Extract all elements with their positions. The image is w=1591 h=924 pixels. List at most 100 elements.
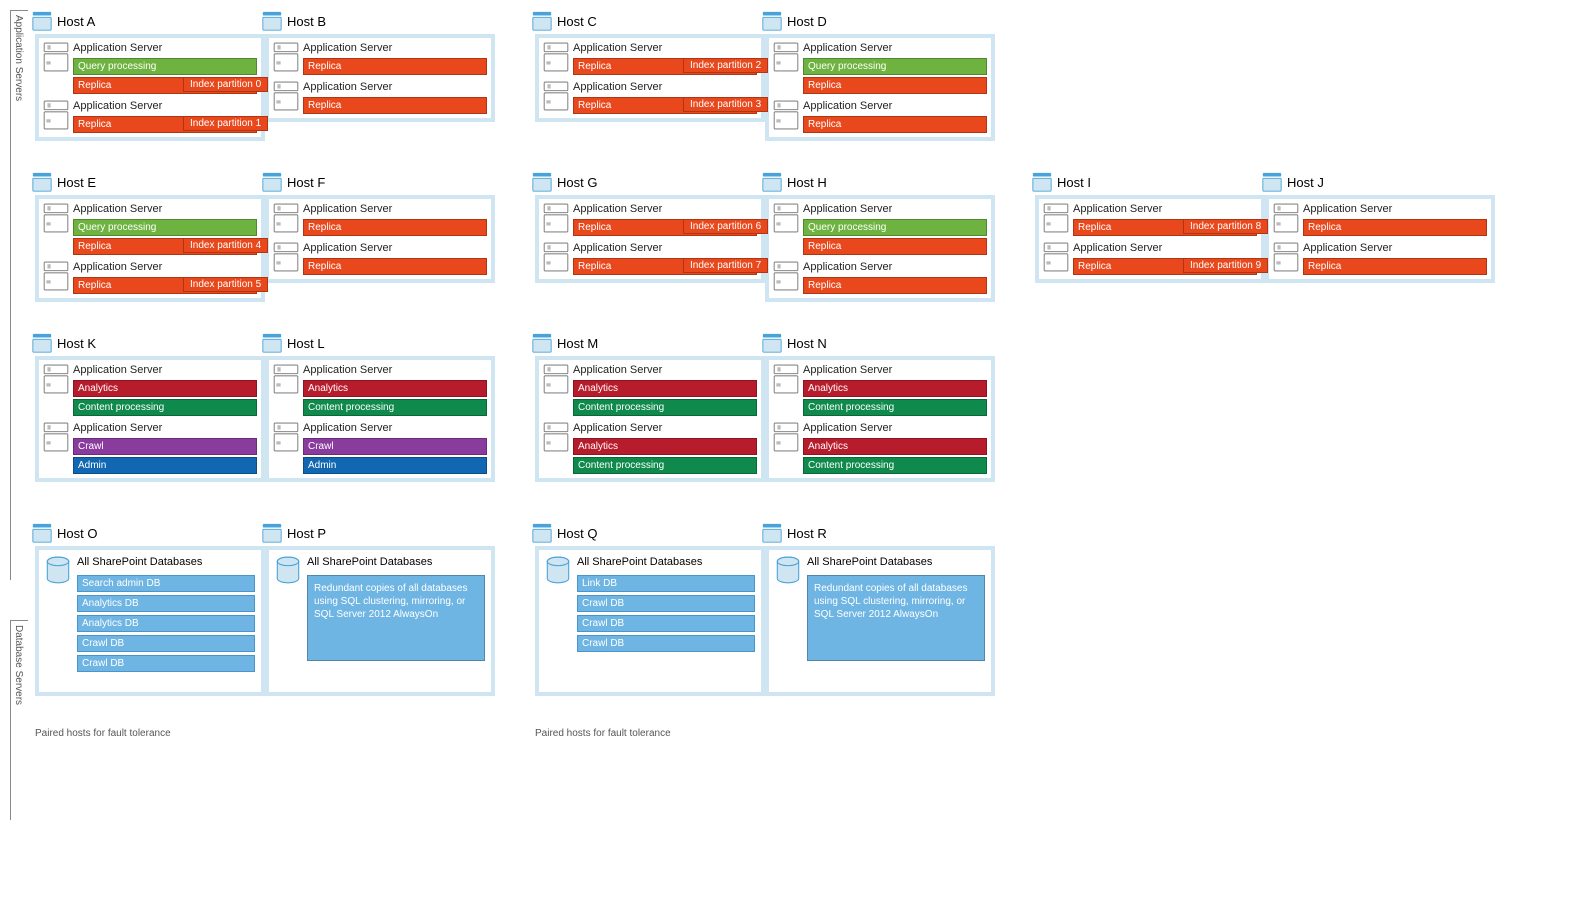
role-replica: Replica [73,277,257,294]
db-redundant-note: Redundant copies of all databases using … [807,575,985,661]
role-analytics: Analytics [573,380,757,397]
host-R: Host R All SharePoint Databases Redundan… [765,522,995,696]
server-icon [43,203,69,233]
server-icon [773,364,799,394]
app-server: Application Server Query processingRepli… [773,203,987,255]
host-body: Application Server Replica Application S… [535,195,765,283]
host-icon [1261,171,1283,193]
role-analytics: Analytics [73,380,257,397]
host-icon [531,332,553,354]
role-query: Query processing [73,219,257,236]
host-icon [261,522,283,544]
host-title: Host F [287,175,325,190]
pair-MN: Host M Application ServerAnalyticsConten… [535,332,995,482]
host-H: Host H Application Server Query processi… [765,171,995,302]
app-server: Application ServerAnalyticsContent proce… [773,364,987,416]
db-item: Search admin DB [77,575,255,592]
host-K: Host K Application Server Analytics Conten… [35,332,265,482]
host-icon [261,171,283,193]
server-icon [273,422,299,452]
role-analytics: Analytics [573,438,757,455]
server-icon [273,203,299,233]
app-server: Application Server Replica [43,261,257,294]
host-title: Host J [1287,175,1324,190]
server-icon [543,242,569,272]
host-title: Host O [57,526,97,541]
host-body: Application Server Query processingRepli… [35,34,265,141]
server-title: Application Server [573,81,757,93]
db-item: Crawl DB [577,615,755,632]
host-icon [531,171,553,193]
pair-IJ: Host I Application Server Replica Applic… [1035,171,1495,302]
pair-KL: Host K Application Server Analytics Conten… [35,332,495,482]
server-title: Application Server [573,242,757,254]
host-body: Application ServerAnalyticsContent proce… [765,356,995,482]
host-M: Host M Application ServerAnalyticsConten… [535,332,765,482]
db-item: Analytics DB [77,615,255,632]
server-icon [543,422,569,452]
host-title: Host G [557,175,597,190]
pair-AB: Host A Application Server Query processi… [35,10,495,141]
role-analytics: Analytics [303,380,487,397]
role-replica: Replica [1303,258,1487,275]
host-F: Host F Application Server Replica Applic… [265,171,495,302]
server-icon [543,81,569,111]
server-title: Application Server [803,261,987,273]
host-icon [761,10,783,32]
host-D: Host D Application Server Query processi… [765,10,995,141]
role-crawl: Crawl [303,438,487,455]
server-icon [1043,242,1069,272]
host-pair: Host C Application Server Replica Applic… [535,10,995,141]
app-server: Application ServerAnalyticsContent proce… [543,422,757,474]
role-analytics: Analytics [803,438,987,455]
host-body: Application Server Analytics Content proce… [35,356,265,482]
host-title: Host M [557,336,598,351]
role-replica: Replica [1073,258,1257,275]
host-icon [761,171,783,193]
server-title: Application Server [73,203,257,215]
host-I: Host I Application Server Replica Applic… [1035,171,1265,283]
database-icon [275,556,301,586]
role-content processing: Content processing [303,399,487,416]
section-label-app: Application Servers [10,10,28,580]
host-body: Application ServerAnalyticsContent proce… [535,356,765,482]
host-body: All SharePoint DatabasesLink DBCrawl DBC… [535,546,765,696]
role-replica: Replica [573,58,757,75]
role-content processing: Content processing [73,399,257,416]
host-body: All SharePoint Databases Redundant copie… [765,546,995,696]
app-server: Application Server Replica [543,242,757,275]
db-item: Analytics DB [77,595,255,612]
server-icon [43,261,69,291]
server-icon [1043,203,1069,233]
db-title: All SharePoint Databases [77,556,255,568]
host-icon [31,332,53,354]
row-4: Host O All SharePoint Databases Search ad… [35,522,1581,696]
app-server: Application ServerCrawlAdmin [43,422,257,474]
host-title: Host K [57,336,96,351]
host-body: Application Server Analytics Content proce… [265,356,495,482]
server-title: Application Server [1303,203,1487,215]
app-server: Application Server Replica [1273,203,1487,236]
role-replica: Replica [573,258,757,275]
host-icon [531,10,553,32]
host-icon [261,332,283,354]
role-admin: Admin [303,457,487,474]
server-title: Application Server [303,422,487,434]
role-crawl: Crawl [73,438,257,455]
server-title: Application Server [73,422,257,434]
app-server: Application Server Replica [543,81,757,114]
host-G: Host G Application Server Replica Applic… [535,171,765,302]
role-content processing: Content processing [803,399,987,416]
host-O: Host O All SharePoint Databases Search ad… [35,522,265,696]
host-pair: Host E Application Server Query processi… [35,171,495,302]
app-server: Application Server Replica [543,203,757,236]
host-J: Host J Application Server Replica Applic… [1265,171,1495,283]
app-server: Application Server Replica [273,42,487,75]
app-server: Application Server Replica [273,81,487,114]
server-title: Application Server [803,42,987,54]
app-server: Application Server Query processingRepli… [43,42,257,94]
pair-QR: Host Q All SharePoint DatabasesLink DBCr… [535,522,995,696]
server-icon [273,242,299,272]
server-title: Application Server [73,261,257,273]
app-server: Application Server Query processingRepli… [773,42,987,94]
